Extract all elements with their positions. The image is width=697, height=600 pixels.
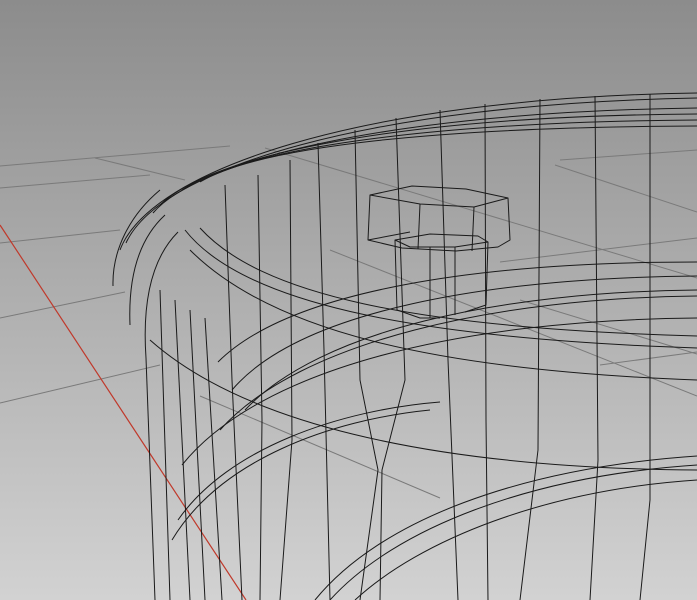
viewport-canvas[interactable] — [0, 0, 697, 600]
3d-viewport[interactable] — [0, 0, 697, 600]
